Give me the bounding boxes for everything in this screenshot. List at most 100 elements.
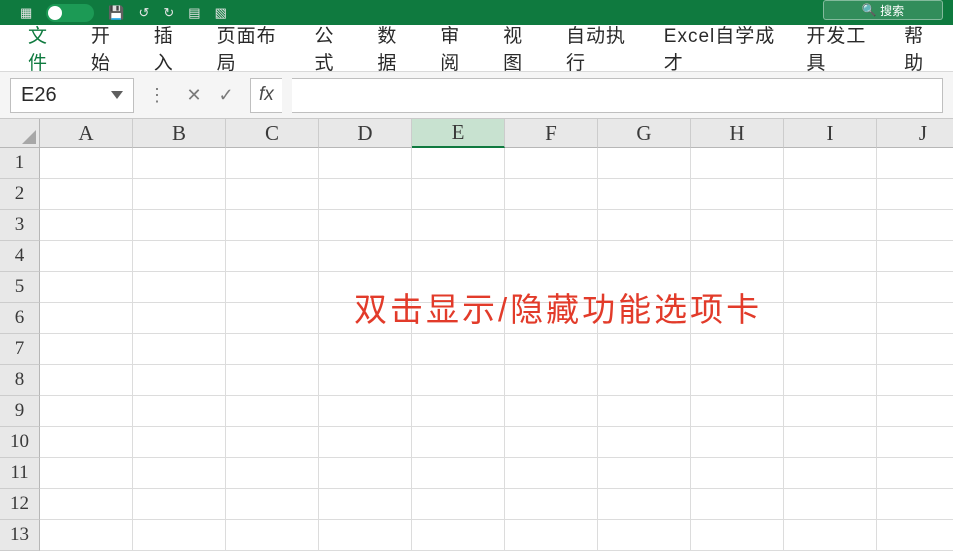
cell-J6[interactable] (877, 303, 953, 334)
cell-J9[interactable] (877, 396, 953, 427)
ribbon-tab-3[interactable]: 页面布局 (203, 13, 301, 83)
ribbon-tab-11[interactable]: 帮助 (890, 13, 953, 83)
cell-C12[interactable] (226, 489, 319, 520)
cell-B9[interactable] (133, 396, 226, 427)
cell-D5[interactable] (319, 272, 412, 303)
cell-I4[interactable] (784, 241, 877, 272)
cell-A7[interactable] (40, 334, 133, 365)
name-box[interactable]: E26 (10, 78, 134, 113)
cell-C8[interactable] (226, 365, 319, 396)
cell-J2[interactable] (877, 179, 953, 210)
cell-A2[interactable] (40, 179, 133, 210)
cell-A13[interactable] (40, 520, 133, 551)
cell-I7[interactable] (784, 334, 877, 365)
cell-D1[interactable] (319, 148, 412, 179)
cell-J3[interactable] (877, 210, 953, 241)
row-header-2[interactable]: 2 (0, 179, 40, 210)
cell-J5[interactable] (877, 272, 953, 303)
cell-F5[interactable] (505, 272, 598, 303)
cell-E10[interactable] (412, 427, 505, 458)
cell-D12[interactable] (319, 489, 412, 520)
ribbon-tab-5[interactable]: 数据 (363, 13, 426, 83)
cell-E4[interactable] (412, 241, 505, 272)
cell-E13[interactable] (412, 520, 505, 551)
cell-A12[interactable] (40, 489, 133, 520)
cell-C6[interactable] (226, 303, 319, 334)
formula-bar-expand-icon[interactable]: ⋮ (144, 85, 170, 106)
select-all-corner[interactable] (0, 119, 40, 148)
cell-E1[interactable] (412, 148, 505, 179)
row-header-13[interactable]: 13 (0, 520, 40, 551)
cell-B7[interactable] (133, 334, 226, 365)
cell-F1[interactable] (505, 148, 598, 179)
cell-B5[interactable] (133, 272, 226, 303)
cell-J10[interactable] (877, 427, 953, 458)
cell-G6[interactable] (598, 303, 691, 334)
cell-G8[interactable] (598, 365, 691, 396)
row-header-9[interactable]: 9 (0, 396, 40, 427)
cell-E6[interactable] (412, 303, 505, 334)
cell-B11[interactable] (133, 458, 226, 489)
cell-H8[interactable] (691, 365, 784, 396)
cell-E9[interactable] (412, 396, 505, 427)
cell-D7[interactable] (319, 334, 412, 365)
cell-G4[interactable] (598, 241, 691, 272)
cell-E8[interactable] (412, 365, 505, 396)
cell-J12[interactable] (877, 489, 953, 520)
cell-H7[interactable] (691, 334, 784, 365)
column-header-H[interactable]: H (691, 119, 784, 148)
column-header-J[interactable]: J (877, 119, 953, 148)
cell-E2[interactable] (412, 179, 505, 210)
cell-F3[interactable] (505, 210, 598, 241)
cell-D6[interactable] (319, 303, 412, 334)
cell-J11[interactable] (877, 458, 953, 489)
column-header-E[interactable]: E (412, 119, 505, 148)
column-header-D[interactable]: D (319, 119, 412, 148)
cell-I10[interactable] (784, 427, 877, 458)
cell-F4[interactable] (505, 241, 598, 272)
ribbon-tab-9[interactable]: Excel自学成才 (650, 13, 793, 83)
cell-J8[interactable] (877, 365, 953, 396)
column-header-F[interactable]: F (505, 119, 598, 148)
row-header-8[interactable]: 8 (0, 365, 40, 396)
cell-G11[interactable] (598, 458, 691, 489)
cell-G5[interactable] (598, 272, 691, 303)
cell-A9[interactable] (40, 396, 133, 427)
ribbon-tab-10[interactable]: 开发工具 (792, 13, 890, 83)
cell-C1[interactable] (226, 148, 319, 179)
cell-G7[interactable] (598, 334, 691, 365)
cell-D11[interactable] (319, 458, 412, 489)
cell-B13[interactable] (133, 520, 226, 551)
ribbon-tab-0[interactable]: 文件 (14, 13, 77, 83)
cell-E5[interactable] (412, 272, 505, 303)
column-header-I[interactable]: I (784, 119, 877, 148)
cell-A4[interactable] (40, 241, 133, 272)
cell-G3[interactable] (598, 210, 691, 241)
cell-H10[interactable] (691, 427, 784, 458)
cell-H2[interactable] (691, 179, 784, 210)
cell-G2[interactable] (598, 179, 691, 210)
cell-B6[interactable] (133, 303, 226, 334)
cell-A8[interactable] (40, 365, 133, 396)
cell-I3[interactable] (784, 210, 877, 241)
cell-I12[interactable] (784, 489, 877, 520)
cell-H5[interactable] (691, 272, 784, 303)
cell-F11[interactable] (505, 458, 598, 489)
cell-F13[interactable] (505, 520, 598, 551)
ribbon-tab-8[interactable]: 自动执行 (552, 13, 650, 83)
cell-H1[interactable] (691, 148, 784, 179)
cell-C11[interactable] (226, 458, 319, 489)
ribbon-tab-4[interactable]: 公式 (300, 13, 363, 83)
cell-D4[interactable] (319, 241, 412, 272)
cell-I8[interactable] (784, 365, 877, 396)
cell-I2[interactable] (784, 179, 877, 210)
cell-B1[interactable] (133, 148, 226, 179)
namebox-dropdown-icon[interactable] (111, 91, 123, 99)
cell-J7[interactable] (877, 334, 953, 365)
row-header-1[interactable]: 1 (0, 148, 40, 179)
cell-E11[interactable] (412, 458, 505, 489)
cell-G12[interactable] (598, 489, 691, 520)
cancel-button[interactable]: ✕ (180, 81, 208, 109)
cell-B8[interactable] (133, 365, 226, 396)
row-header-5[interactable]: 5 (0, 272, 40, 303)
